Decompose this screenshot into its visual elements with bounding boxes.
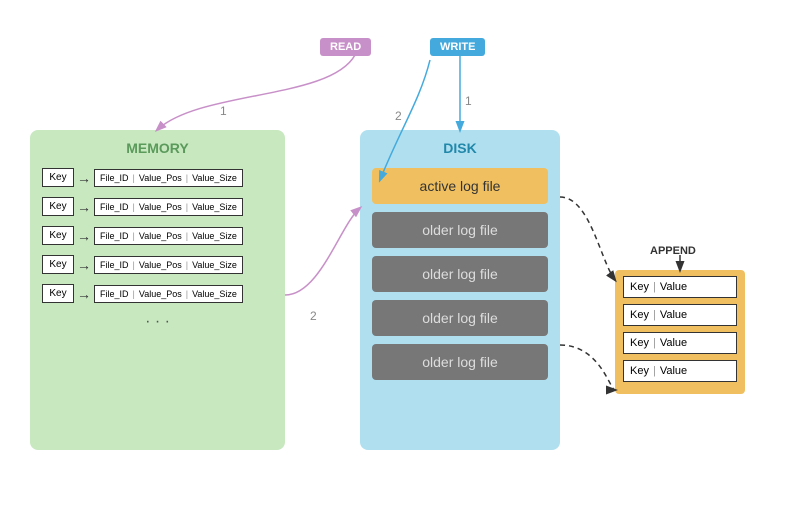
mem-row-5: Key → File_ID|Value_Pos|Value_Size — [42, 284, 273, 303]
detail-value: Value — [660, 309, 687, 321]
mem-to-disk-label: 2 — [310, 309, 317, 323]
disk-panel: DISK active log file older log file olde… — [360, 130, 560, 450]
read-badge: READ — [320, 38, 371, 56]
mem-arrow-icon: → — [77, 228, 91, 244]
mem-arrow-icon: → — [77, 199, 91, 215]
write-arrow-1-label: 1 — [465, 94, 472, 108]
memory-panel: MEMORY Key → File_ID|Value_Pos|Value_Siz… — [30, 130, 285, 450]
mem-row-2: Key → File_ID|Value_Pos|Value_Size — [42, 197, 273, 216]
detail-key: Key — [630, 337, 649, 349]
mem-arrow-icon: → — [77, 286, 91, 302]
disk-older-file-4: older log file — [372, 344, 548, 380]
detail-row-3: Key | Value — [623, 332, 737, 354]
read-arrow — [157, 55, 355, 130]
detail-value: Value — [660, 337, 687, 349]
detail-row-4: Key | Value — [623, 360, 737, 382]
mem-arrow-icon: → — [77, 170, 91, 186]
disk-title: DISK — [372, 140, 548, 156]
detail-sep-icon: | — [653, 337, 656, 349]
mem-row-4: Key → File_ID|Value_Pos|Value_Size — [42, 255, 273, 274]
detail-value: Value — [660, 281, 687, 293]
mem-key: Key — [42, 226, 74, 245]
mem-fields: File_ID|Value_Pos|Value_Size — [94, 198, 243, 216]
active-to-detail-arrow — [560, 197, 615, 280]
mem-dots: · · · — [42, 313, 273, 331]
write-arrow-2-label: 2 — [395, 109, 402, 123]
diagram: READ WRITE MEMORY Key → File_ID|Value_Po… — [0, 0, 800, 531]
append-label: APPEND — [650, 245, 696, 257]
detail-sep-icon: | — [653, 281, 656, 293]
detail-sep-icon: | — [653, 309, 656, 321]
mem-arrow-icon: → — [77, 257, 91, 273]
mem-to-disk-arrow — [285, 208, 360, 295]
mem-key: Key — [42, 168, 74, 187]
detail-row-1: Key | Value — [623, 276, 737, 298]
mem-fields: File_ID|Value_Pos|Value_Size — [94, 227, 243, 245]
disk-older-file-2: older log file — [372, 256, 548, 292]
mem-key: Key — [42, 197, 74, 216]
mem-key: Key — [42, 255, 74, 274]
write-badge: WRITE — [430, 38, 485, 56]
mem-fields: File_ID|Value_Pos|Value_Size — [94, 169, 243, 187]
mem-key: Key — [42, 284, 74, 303]
older-to-detail-arrow — [560, 345, 615, 390]
detail-key: Key — [630, 281, 649, 293]
disk-older-file-3: older log file — [372, 300, 548, 336]
disk-older-file-1: older log file — [372, 212, 548, 248]
mem-fields: File_ID|Value_Pos|Value_Size — [94, 256, 243, 274]
detail-key: Key — [630, 365, 649, 377]
active-log-detail: Key | Value Key | Value Key | Value Key … — [615, 270, 745, 394]
read-arrow-label: 1 — [220, 104, 227, 118]
detail-sep-icon: | — [653, 365, 656, 377]
memory-title: MEMORY — [42, 140, 273, 156]
detail-value: Value — [660, 365, 687, 377]
mem-row-3: Key → File_ID|Value_Pos|Value_Size — [42, 226, 273, 245]
detail-key: Key — [630, 309, 649, 321]
mem-fields: File_ID|Value_Pos|Value_Size — [94, 285, 243, 303]
mem-row-1: Key → File_ID|Value_Pos|Value_Size — [42, 168, 273, 187]
disk-active-file: active log file — [372, 168, 548, 204]
detail-row-2: Key | Value — [623, 304, 737, 326]
